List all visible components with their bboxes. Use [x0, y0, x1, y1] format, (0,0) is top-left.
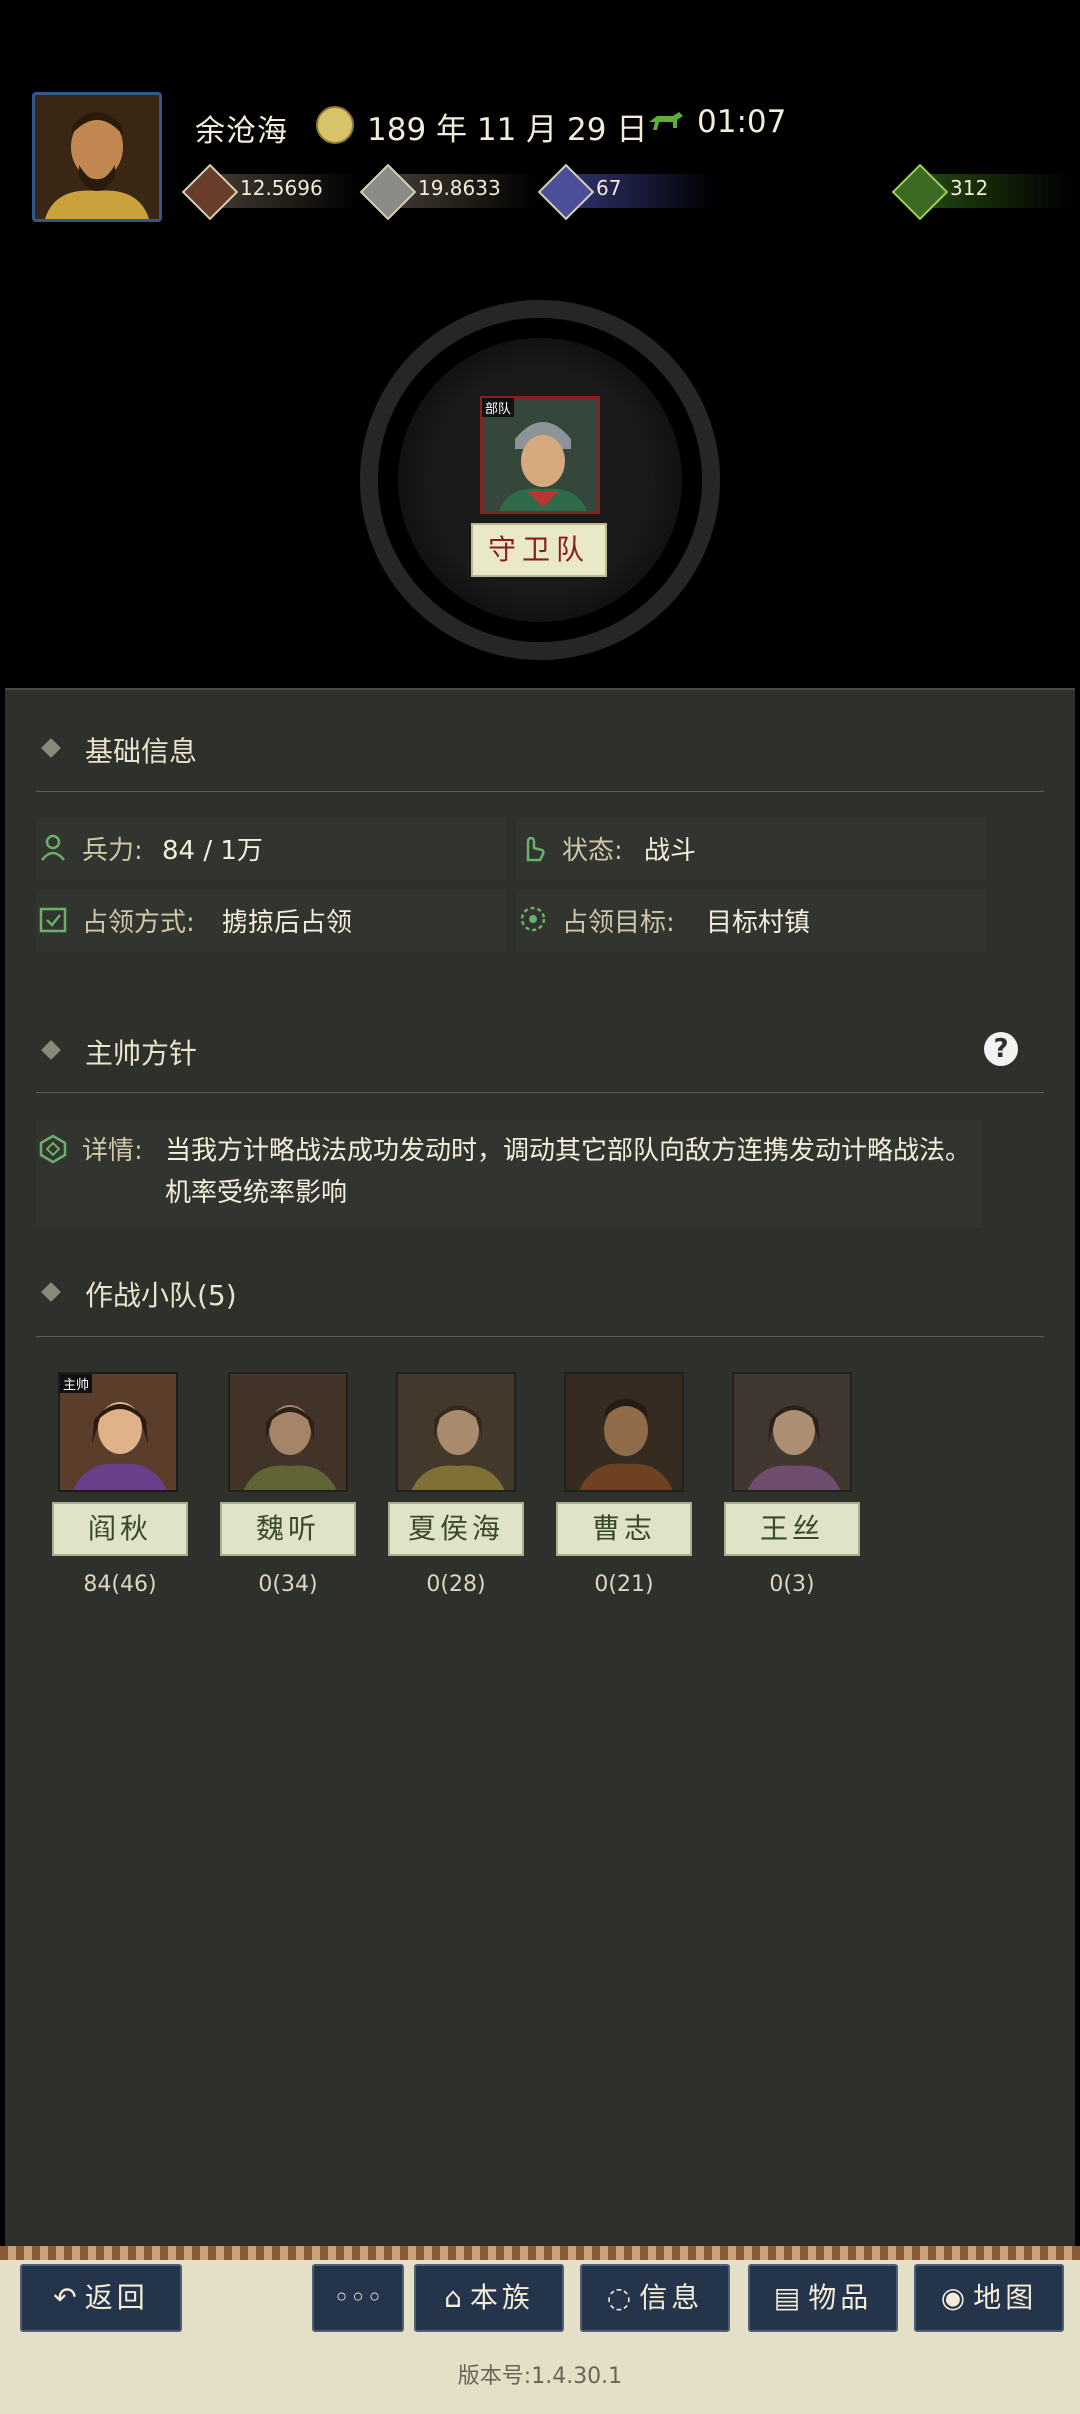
bag-icon [891, 163, 949, 221]
policy-detail-text: 当我方计略战法成功发动时，调动其它部队向敌方连携发动计略战法。机率受统率影响 [165, 1136, 972, 1208]
calendar-icon [316, 106, 354, 144]
status-value: 战斗 [644, 836, 697, 866]
horse-icon [649, 112, 683, 130]
member-portrait[interactable] [564, 1372, 684, 1492]
hand-icon [526, 836, 545, 862]
member-count: 0(3) [769, 1572, 815, 1597]
policy-title: 主帅方针 [85, 1037, 198, 1070]
member-count: 0(21) [594, 1572, 654, 1597]
member-portrait[interactable] [732, 1372, 852, 1492]
money-icon [181, 163, 239, 221]
member-portrait[interactable] [228, 1372, 348, 1492]
member-name[interactable]: 曹志 [556, 1502, 692, 1556]
basic-info-title: 基础信息 [85, 735, 198, 768]
unit-name-label[interactable]: 守卫队 [471, 523, 607, 577]
bottom-trim [0, 2246, 1080, 2260]
chat-icon: ◌ [606, 2281, 632, 2314]
help-button[interactable]: ? [984, 1032, 1018, 1066]
back-button[interactable]: ↶ 返回 [20, 2264, 182, 2332]
chest-icon: ▤ [773, 2281, 801, 2314]
more-button[interactable]: ◦◦◦ [312, 2264, 404, 2332]
member-count: 0(28) [426, 1572, 486, 1597]
back-arrow-icon: ↶ [53, 2281, 77, 2314]
occupy-target-value: 目标村镇 [706, 908, 811, 938]
game-date: 189 年 11 月 29 日 [367, 112, 648, 148]
member-count: 84(46) [83, 1572, 157, 1597]
clan-button[interactable]: ⌂ 本族 [414, 2264, 564, 2332]
policy-icon [39, 1134, 67, 1164]
globe-icon: ◉ [940, 2281, 966, 2314]
status-label: 状态: [562, 836, 623, 866]
member-name[interactable]: 夏侯海 [388, 1502, 524, 1556]
leader-tag: 主帅 [60, 1374, 93, 1393]
member-portrait[interactable] [396, 1372, 516, 1492]
occupy-mode-label: 占领方式: [82, 908, 195, 938]
member-name[interactable]: 阎秋 [52, 1502, 188, 1556]
food-icon [359, 163, 417, 221]
member-name[interactable]: 王丝 [724, 1502, 860, 1556]
info-button[interactable]: ◌ 信息 [580, 2264, 730, 2332]
occupy-target-label: 占领目标: [562, 908, 675, 938]
player-name: 余沧海 [195, 114, 288, 149]
occupy-mode-value: 掳掠后占领 [222, 908, 353, 938]
divider [36, 791, 1044, 792]
version-text: 版本号:1.4.30.1 [457, 2364, 623, 2389]
target-icon [520, 906, 546, 932]
player-avatar[interactable] [32, 92, 162, 222]
troops-icon [537, 163, 595, 221]
map-button[interactable]: ◉ 地图 [914, 2264, 1064, 2332]
troops-value: 84 / 1万 [162, 836, 263, 866]
calendar-check-icon [39, 907, 67, 933]
divider [36, 1092, 1044, 1093]
detail-label: 详情: [82, 1136, 143, 1166]
unit-tag: 部队 [482, 398, 515, 417]
home-icon: ⌂ [444, 2281, 462, 2314]
troops-label: 兵力: [82, 836, 143, 866]
game-time: 01:07 [697, 104, 787, 140]
member-name[interactable]: 魏听 [220, 1502, 356, 1556]
divider [36, 1336, 1044, 1337]
squad-title: 作战小队(5) [85, 1279, 237, 1312]
member-count: 0(34) [258, 1572, 318, 1597]
items-button[interactable]: ▤ 物品 [748, 2264, 898, 2332]
soldier-icon [41, 834, 65, 861]
